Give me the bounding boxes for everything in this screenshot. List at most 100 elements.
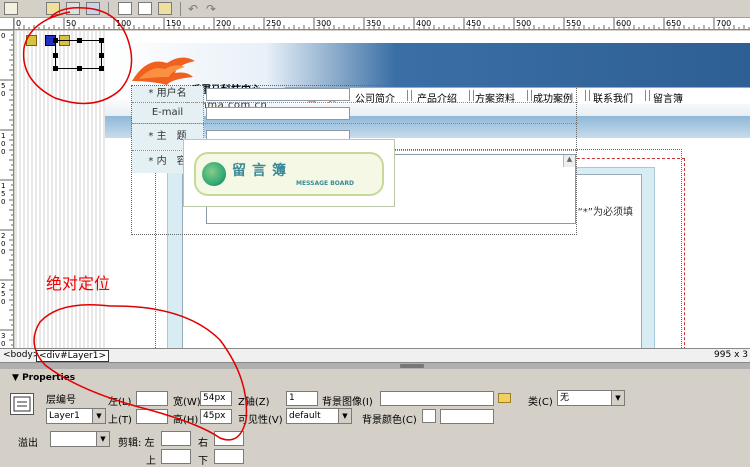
resize-handle[interactable] [53,53,58,58]
visibility-select[interactable]: default ▼ [286,408,352,424]
ruler-label: 400 [416,19,431,28]
ruler-label: 0 [1,148,5,156]
redo-icon[interactable]: ↷ [206,2,220,16]
layer-id-label: 层编号 [46,395,76,406]
ruler-label: 2 [1,232,5,240]
ruler-label: 1 [1,182,5,190]
form-row-email: E-mail [132,103,578,124]
folder-icon[interactable] [498,393,511,403]
clip-right-input[interactable] [214,431,244,446]
class-value: 无 [560,393,570,403]
resize-handle[interactable] [99,38,104,43]
overflow-select[interactable]: ▼ [50,431,110,447]
ruler-label: 600 [616,19,631,28]
cut-icon[interactable] [118,2,132,15]
resize-handle[interactable] [77,66,82,71]
ruler-label: 50 [66,19,76,28]
left-label: 左(L) [108,397,132,408]
z-index-input[interactable]: 1 [286,391,318,406]
class-select[interactable]: 无 ▼ [557,390,625,406]
board-logo-icon [202,162,226,186]
nav-item-contact[interactable]: 联系我们 [593,90,633,105]
clip-right-label: 右 [198,438,208,449]
visibility-label: 可见性(V) [238,415,283,426]
board-subtitle: MESSAGE BOARD [296,180,354,187]
horizontal-ruler: 0 50 100 150 200 250 300 350 400 450 500 550 600 650 7… [14,18,750,30]
bg-image-label: 背景图像(I) [322,397,373,408]
horizontal-ruler-ticks: 0 50 100 150 200 250 300 350 400 450 500 550 600 650 7… [14,18,750,29]
vertical-ruler: 050100150200250300 [0,30,14,348]
edit-icon[interactable] [66,2,80,15]
overflow-label: 溢出 [18,438,38,449]
clip-left-input[interactable] [161,431,191,446]
undo-icon[interactable]: ↶ [188,2,202,16]
username-input[interactable] [206,88,350,101]
ruler-label: 0 [1,140,5,148]
resize-handle[interactable] [53,66,58,71]
layer-anchor-icon[interactable] [26,35,37,46]
tag-body[interactable]: <body> [3,350,40,360]
resize-handle[interactable] [99,66,104,71]
nav-item-guestbook[interactable]: 留言簿 [653,90,683,105]
layer1-selected[interactable] [53,38,104,71]
width-input[interactable]: 54px [200,391,232,406]
ruler-label: 3 [1,332,5,340]
home-icon[interactable] [46,2,60,15]
ruler-label: 650 [666,19,681,28]
required-note: “*”为必须填 [577,207,633,218]
design-canvas[interactable]: 千里马科技中心 www.qianma.com.cn 首 页 公司简介 产品介绍 … [15,31,750,348]
layer-id-select[interactable]: Layer1 ▼ [46,408,106,424]
vertical-ruler-ticks: 050100150200250300 [0,30,13,348]
nav-separator [585,90,590,101]
visibility-value: default [289,411,321,421]
email-label: E-mail [132,103,204,123]
ruler-label: 0 [1,340,5,348]
resize-handle[interactable] [53,38,58,43]
ruler-label: 200 [216,19,231,28]
new-icon[interactable] [4,2,18,15]
ruler-corner [0,18,14,30]
tag-selector-bar: <body> <div#Layer1> 995 x 3 [0,348,750,362]
message-board-header: 留言簿 MESSAGE BOARD [183,139,395,207]
toolbar-separator [180,2,181,16]
ruler-label: 450 [466,19,481,28]
bg-image-input[interactable] [380,391,494,406]
ruler-label: 350 [366,19,381,28]
properties-panel: ▼ Properties 层编号 Layer1 ▼ 左(L) 上(T) 宽(W)… [0,369,750,467]
board-title: 留言簿 [232,163,292,179]
color-picker-button[interactable] [422,409,436,423]
resize-handle[interactable] [99,53,104,58]
scroll-up-icon[interactable]: ▲ [563,155,575,167]
panel-splitter[interactable] [0,362,750,369]
left-input[interactable] [136,391,168,406]
ruler-label: 0 [1,90,5,98]
paste-icon[interactable] [158,2,172,15]
collapse-arrow-icon[interactable] [400,364,424,368]
form-row-username: * 用户名 [132,86,578,103]
layer-id-value: Layer1 [49,411,80,421]
bg-color-input[interactable] [440,409,494,424]
save-icon[interactable] [86,2,100,15]
message-board-badge: 留言簿 MESSAGE BOARD [194,152,384,196]
resize-handle[interactable] [77,38,82,43]
properties-title[interactable]: ▼ Properties [12,373,75,383]
height-label: 高(H) [173,415,199,426]
top-input[interactable] [136,409,168,424]
ruler-label: 250 [266,19,281,28]
chevron-down-icon: ▼ [92,409,105,423]
top-label: 上(T) [108,415,132,426]
height-input[interactable]: 45px [200,409,232,424]
clip-bottom-input[interactable] [214,449,244,464]
clip-bottom-label: 下 [198,456,208,467]
class-label: 类(C) [528,397,553,408]
ruler-label: 0 [16,19,21,28]
email-input[interactable] [206,107,350,120]
chevron-down-icon: ▼ [338,409,351,423]
clip-top-label: 上 [146,456,156,467]
ruler-label: 2 [1,282,5,290]
ruler-label: 5 [1,82,5,90]
clip-top-input[interactable] [161,449,191,464]
copy-icon[interactable] [138,2,152,15]
tag-div-layer1[interactable]: <div#Layer1> [36,350,109,362]
bg-color-label: 背景颜色(C) [362,415,417,426]
